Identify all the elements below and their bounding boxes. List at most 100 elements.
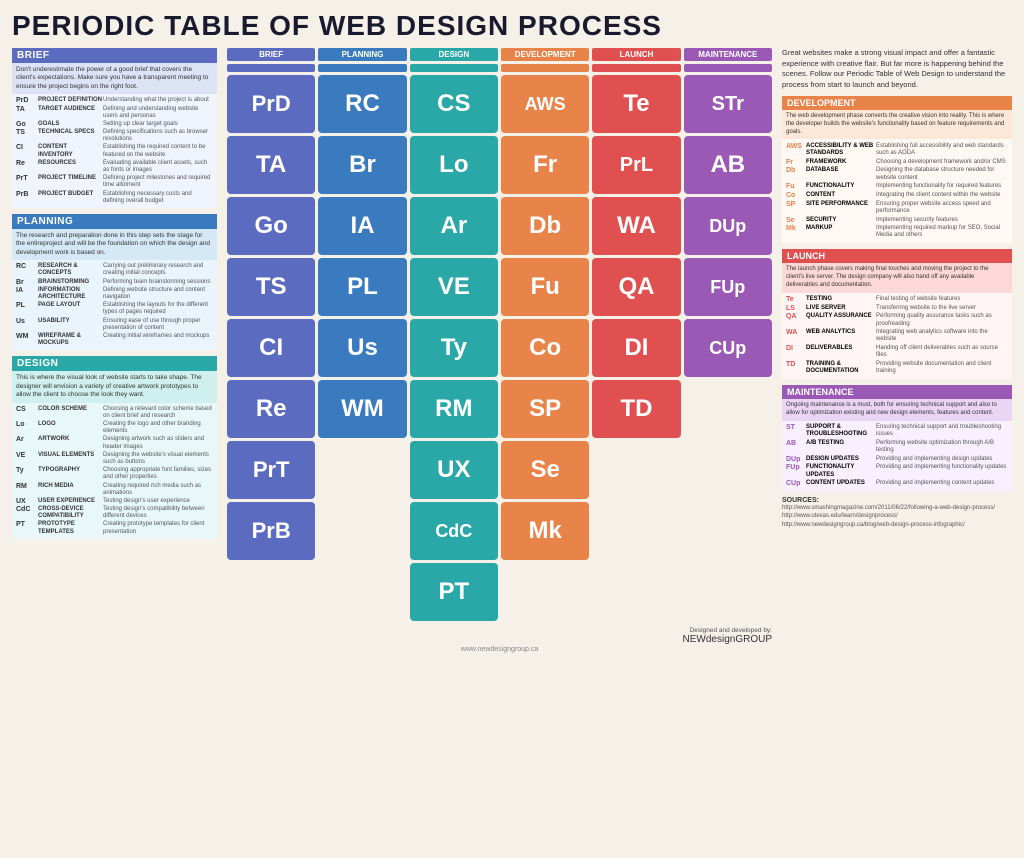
pt-cell-ia: IA (318, 197, 406, 255)
pt-cell-sp: SP (501, 380, 589, 438)
page-title: PERIODIC TABLE OF WEB DESIGN PROCESS (12, 10, 1012, 42)
logo-area: Designed and developed by: NEWdesignGROU… (227, 627, 772, 645)
pt-row: Go IA Ar Db WA DUp (227, 197, 772, 255)
progress-bar-row (227, 64, 772, 72)
maint-items: STSUPPORT & TROUBLESHOOTINGEnsuring tech… (782, 421, 1012, 492)
list-item: ABA/B TESTINGPerforming website optimiza… (786, 440, 1008, 454)
pt-cell-dup: DUp (684, 197, 772, 255)
list-item: ReRESOURCESEvaluating available client a… (16, 160, 213, 174)
list-item: AWSACCESSIBILITY & WEB STANDARDSEstablis… (786, 143, 1008, 157)
list-item: UsUSABILITYEnsuring ease of use through … (16, 318, 213, 332)
launch-desc: The launch phase covers making final tou… (782, 263, 1012, 292)
pt-row: PrB CdC Mk (227, 502, 772, 560)
development-section: DEVELOPMENT The web development phase co… (782, 96, 1012, 243)
dev-items: AWSACCESSIBILITY & WEB STANDARDSEstablis… (782, 139, 1012, 243)
brief-desc: Don't underestimate the power of a good … (12, 63, 217, 94)
pt-cell-pl: PL (318, 258, 406, 316)
pt-cell-ci: CI (227, 319, 315, 377)
list-item: TeTESTINGFinal testing of website featur… (786, 296, 1008, 303)
pt-cell-empty (684, 563, 772, 621)
list-item: LoLOGOCreating the logo and other brandi… (16, 421, 213, 435)
list-item: LSLIVE SERVERTransferring website to the… (786, 305, 1008, 312)
list-item: TSTECHNICAL SPECSDefining specifications… (16, 129, 213, 143)
right-column: Great websites make a strong visual impa… (782, 48, 1012, 653)
pt-cell-td: TD (592, 380, 680, 438)
pt-cell-co: Co (501, 319, 589, 377)
pt-cell-te: Te (592, 75, 680, 133)
sources-section: SOURCES: http://www.smashingmagazine.com… (782, 497, 1012, 529)
maintenance-section: MAINTENANCE Ongoing maintenance is a mus… (782, 385, 1012, 491)
list-item: STSUPPORT & TROUBLESHOOTINGEnsuring tech… (786, 424, 1008, 438)
list-item: TATARGET AUDIENCEDefining and understand… (16, 106, 213, 120)
list-item: TyTYPOGRAPHYChoosing appropriate font fa… (16, 467, 213, 481)
list-item: DbDATABASEDesigning the database structu… (786, 167, 1008, 181)
planning-desc: The research and preparation done in thi… (12, 229, 217, 260)
pt-row: TS PL VE Fu QA FUp (227, 258, 772, 316)
list-item: DIDELIVERABLESHanding off client deliver… (786, 345, 1008, 359)
list-item: BrBRAINSTORMINGPerforming team brainstor… (16, 279, 213, 286)
pt-cell-fu: Fu (501, 258, 589, 316)
pt-cell-mk: Mk (501, 502, 589, 560)
pt-cell-ve: VE (410, 258, 498, 316)
brief-items: PrDPROJECT DEFINITIONUnderstanding what … (12, 94, 217, 208)
list-item: RCRESEARCH & CONCEPTSCarrying out prelim… (16, 263, 213, 277)
design-section: DESIGN This is where the visual look of … (12, 356, 217, 539)
pt-cell-cdc: CdC (410, 502, 498, 560)
list-item: PrDPROJECT DEFINITIONUnderstanding what … (16, 97, 213, 104)
source-link: http://www.smashingmagazine.com/2011/06/… (782, 504, 1012, 529)
list-item: FUpFUNCTIONALITY UPDATESProviding and im… (786, 464, 1008, 478)
design-items: CSCOLOR SCHEMEChoosing a relevant color … (12, 403, 217, 539)
list-item: CUpCONTENT UPDATESProviding and implemen… (786, 480, 1008, 487)
pt-cell-ta: TA (227, 136, 315, 194)
pt-cell-db: Db (501, 197, 589, 255)
brief-section: BRIEF Don't underestimate the power of a… (12, 48, 217, 208)
pt-cell-di: DI (592, 319, 680, 377)
pt-row: Re WM RM SP TD (227, 380, 772, 438)
list-item: RMRICH MEDIACreating required rich media… (16, 483, 213, 497)
design-desc: This is where the visual look of website… (12, 371, 217, 402)
pt-row: PrD RC CS AWS Te STr (227, 75, 772, 133)
list-item: CICONTENT INVENTORYEstablishing the requ… (16, 144, 213, 158)
launch-section: LAUNCH The launch phase covers making fi… (782, 249, 1012, 379)
pt-cell-lo: Lo (410, 136, 498, 194)
pt-cell-aws: AWS (501, 75, 589, 133)
planning-section: PLANNING The research and preparation do… (12, 214, 217, 350)
list-item: WMWIREFRAME & MOCKUPSCreating initial wi… (16, 333, 213, 347)
planning-title: PLANNING (12, 214, 217, 229)
pt-cell-empty (318, 441, 406, 499)
list-item: FrFRAMEWORKChoosing a development framew… (786, 159, 1008, 166)
pt-cell-ab: AB (684, 136, 772, 194)
progress-design (410, 64, 498, 72)
maint-desc: Ongoing maintenance is a must, both for … (782, 399, 1012, 421)
pt-cell-empty (684, 502, 772, 560)
pt-cell-empty (592, 563, 680, 621)
list-item: PTPROTOTYPE TEMPLATESCreating prototype … (16, 521, 213, 535)
intro-text: Great websites make a strong visual impa… (782, 48, 1012, 90)
pt-cell-prd: PrD (227, 75, 315, 133)
pt-row: PrT UX Se (227, 441, 772, 499)
design-title: DESIGN (12, 356, 217, 371)
header-brief: BRIEF (227, 48, 315, 61)
launch-items: TeTESTINGFinal testing of website featur… (782, 293, 1012, 379)
page-container: PERIODIC TABLE OF WEB DESIGN PROCESS BRI… (0, 0, 1024, 663)
pt-cell-us: Us (318, 319, 406, 377)
pt-cell-empty (501, 563, 589, 621)
launch-title: LAUNCH (782, 249, 1012, 263)
progress-brief (227, 64, 315, 72)
list-item: FuFUNCTIONALITYImplementing functionalit… (786, 183, 1008, 190)
progress-planning (318, 64, 406, 72)
pt-cell-rc: RC (318, 75, 406, 133)
pt-header-row: BRIEF PLANNING DESIGN DEVELOPMENT LAUNCH… (227, 48, 772, 61)
pt-cell-fup: FUp (684, 258, 772, 316)
list-item: DUpDESIGN UPDATESProviding and implement… (786, 456, 1008, 463)
planning-items: RCRESEARCH & CONCEPTSCarrying out prelim… (12, 260, 217, 350)
pt-cell-empty (684, 441, 772, 499)
dev-desc: The web development phase converts the c… (782, 110, 1012, 139)
pt-cell-se: Se (501, 441, 589, 499)
pt-row: CI Us Ty Co DI CUp (227, 319, 772, 377)
header-design: DESIGN (410, 48, 498, 61)
list-item: CdCCROSS-DEVICE COMPATIBILITYTesting des… (16, 506, 213, 520)
list-item: SeSECURITYImplementing security features (786, 217, 1008, 224)
pt-cell-empty (318, 563, 406, 621)
pt-cell-cup: CUp (684, 319, 772, 377)
